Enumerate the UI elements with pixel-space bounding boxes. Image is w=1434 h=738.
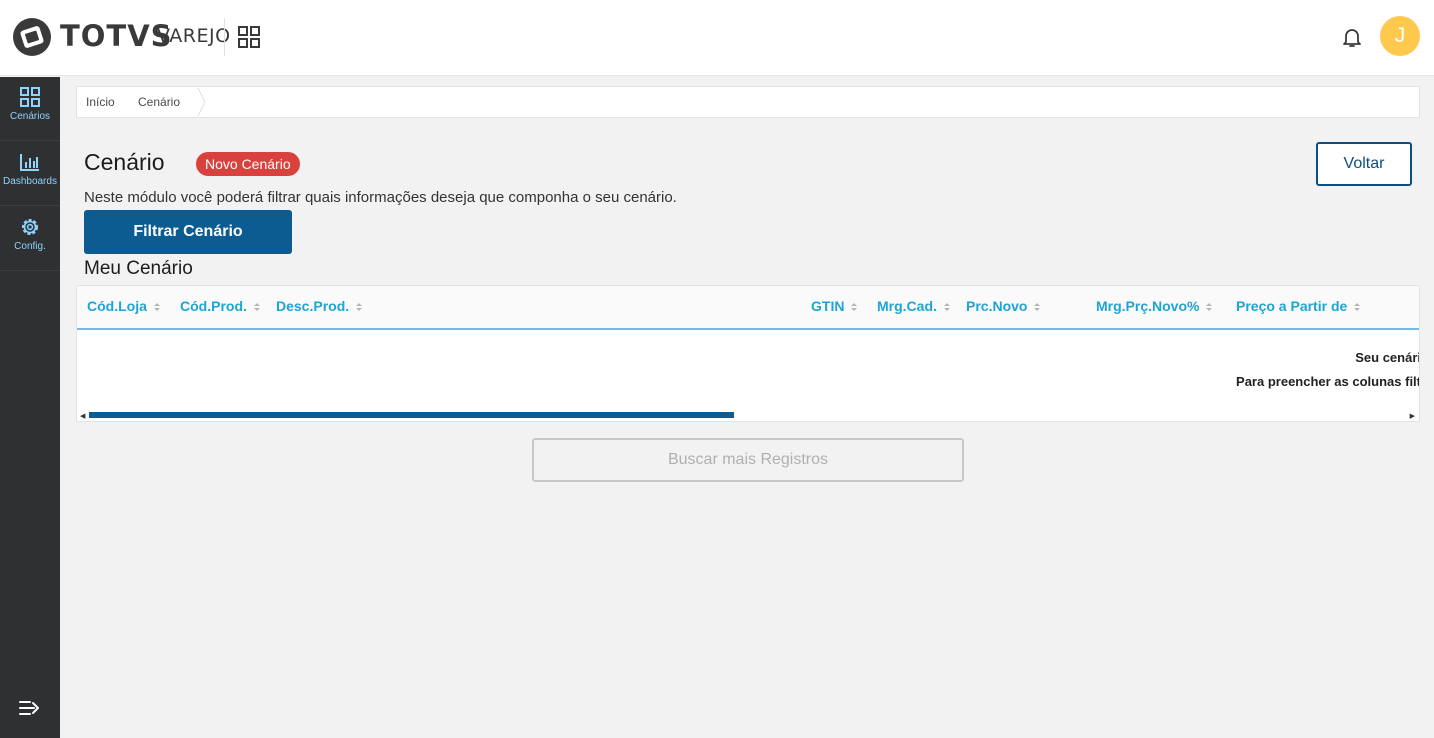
column-header-preco-a-partir-de[interactable]: Preço a Partir de [1236,298,1361,314]
sort-icon [253,303,260,312]
table-header: Cód.Loja Cód.Prod. Desc.Prod. GTIN Mrg.C… [77,286,1419,330]
top-bar: TOTVS VAREJO J [0,0,1434,76]
apps-grid-icon[interactable] [238,26,260,48]
sort-icon [851,303,858,312]
scroll-left-arrow-icon[interactable]: ◀ [80,412,85,420]
expand-menu-icon[interactable] [19,699,41,717]
header-divider [224,18,225,56]
voltar-button[interactable]: Voltar [1316,142,1412,186]
sidebar-item-config[interactable]: Config. [0,207,60,271]
buscar-mais-registros-button[interactable]: Buscar mais Registros [532,438,964,482]
column-header-desc-prod[interactable]: Desc.Prod. [276,298,363,314]
sort-icon [153,303,160,312]
sidebar: Cenários Dashboards Config. [0,77,60,738]
user-avatar[interactable]: J [1380,16,1420,56]
breadcrumb-home-link[interactable]: Início [86,95,115,109]
sort-icon [356,303,363,312]
status-badge: Novo Cenário [196,152,300,176]
brand-name: TOTVS [60,19,173,53]
sidebar-item-label: Cenários [9,111,51,122]
breadcrumb-separator-icon [197,88,206,116]
totvs-logo-icon [13,18,51,56]
column-header-prc-novo[interactable]: Prc.Novo [966,298,1041,314]
sort-icon [1354,303,1361,312]
sort-icon [1206,303,1213,312]
horizontal-scrollbar[interactable]: ◀ ▶ [77,410,1419,420]
filtrar-cenario-button[interactable]: Filtrar Cenário [84,210,292,254]
brand-subtitle: VAREJO [157,25,231,47]
scroll-right-arrow-icon[interactable]: ▶ [1410,412,1415,420]
breadcrumb-current: Cenário [138,95,181,109]
sidebar-item-cenarios[interactable]: Cenários [0,77,60,141]
notification-bell-icon[interactable] [1340,25,1364,49]
breadcrumb: Início Cenário [76,86,1420,118]
gear-icon [22,219,38,235]
sidebar-item-label: Dashboards [3,176,57,187]
column-header-mrg-prc-novo[interactable]: Mrg.Prç.Novo% [1096,298,1213,314]
sidebar-item-label: Config. [14,241,46,252]
empty-state-title: Seu cenári [1355,350,1420,365]
empty-state-message: Para preencher as colunas filt [1236,374,1420,389]
scrollbar-thumb[interactable] [89,412,734,418]
column-header-cod-loja[interactable]: Cód.Loja [87,298,160,314]
grid-icon [20,87,40,107]
page-title: Cenário [84,149,165,175]
bar-chart-icon [20,154,39,171]
sort-icon [1034,303,1041,312]
column-header-gtin[interactable]: GTIN [811,298,858,314]
section-title: Meu Cenário [84,258,193,279]
column-header-mrg-cad[interactable]: Mrg.Cad. [877,298,950,314]
page-description: Neste módulo você poderá filtrar quais i… [84,189,677,206]
column-header-cod-prod[interactable]: Cód.Prod. [180,298,260,314]
sidebar-item-dashboards[interactable]: Dashboards [0,142,60,206]
scenario-table: Cód.Loja Cód.Prod. Desc.Prod. GTIN Mrg.C… [76,285,1420,422]
sort-icon [943,303,950,312]
